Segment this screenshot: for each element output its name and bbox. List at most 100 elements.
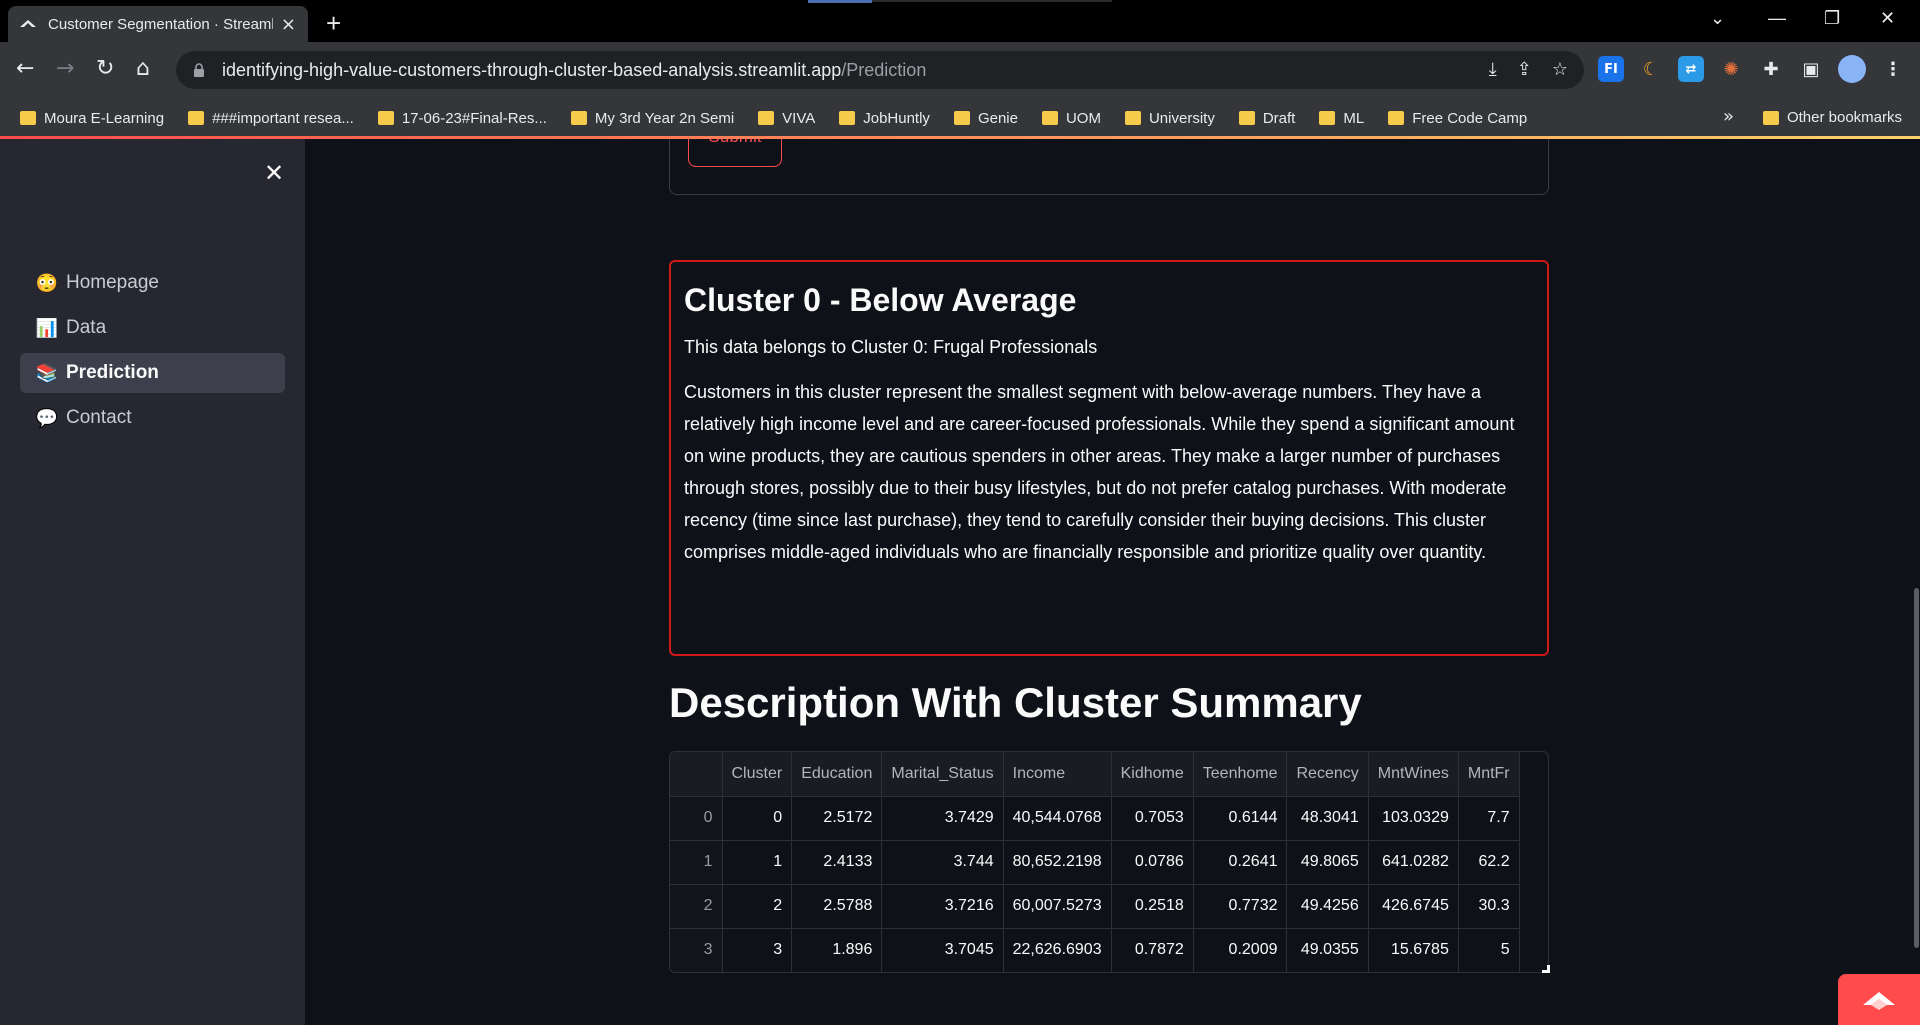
table-cell[interactable]: 3 [722,928,793,972]
table-cell[interactable]: 0.2009 [1193,928,1288,972]
share-icon[interactable]: ⇪ [1517,59,1532,80]
table-cell[interactable]: 49.0355 [1286,928,1369,972]
table-cell[interactable]: 0.6144 [1193,796,1288,841]
column-header[interactable]: Income [1003,752,1112,797]
page-scrollbar[interactable] [1914,588,1919,948]
other-bookmarks[interactable]: Other bookmarks [1762,109,1902,126]
column-header[interactable]: Cluster [722,752,793,797]
bookmark-item[interactable]: My 3rd Year 2n Semi [570,110,734,127]
extension-moon-icon[interactable]: ☾ [1638,56,1664,82]
bookmark-item[interactable]: Genie [953,110,1018,127]
window-close-icon[interactable]: ✕ [1880,8,1895,29]
table-cell[interactable]: 3.7045 [881,928,1004,972]
column-header[interactable]: Kidhome [1111,752,1194,797]
table-cell[interactable]: 5 [1458,928,1520,972]
table-cell[interactable]: 2.4133 [791,840,883,885]
bookmark-item[interactable]: Draft [1238,110,1295,127]
table-cell[interactable]: 0.2518 [1111,884,1194,929]
table-cell[interactable]: 15.6785 [1368,928,1459,972]
cluster-summary-table[interactable]: Cluster Education Marital_Status Income … [669,751,1549,973]
browser-menu-icon[interactable]: ⋮ [1880,56,1906,82]
table-cell[interactable]: 2.5788 [791,884,883,929]
table-cell[interactable]: 1 [722,840,793,885]
table-cell[interactable]: 80,652.2198 [1003,840,1112,885]
minimize-icon[interactable]: — [1768,8,1786,29]
bookmark-item[interactable]: Moura E-Learning [20,110,164,127]
sidebar-item-homepage[interactable]: 😳 Homepage [20,263,285,303]
reload-icon[interactable]: ↻ [96,56,114,81]
table-cell[interactable]: 60,007.5273 [1003,884,1112,929]
table-cell[interactable]: 3.7429 [881,796,1004,841]
extension-translate-icon[interactable]: ⇄ [1678,56,1704,82]
table-cell-index[interactable]: 3 [670,928,723,972]
table-cell[interactable]: 0.7732 [1193,884,1288,929]
table-cell-index[interactable]: 0 [670,796,723,841]
bookmarks-overflow-icon[interactable]: » [1723,106,1734,127]
table-cell[interactable]: 0.0786 [1111,840,1194,885]
cluster-description: Customers in this cluster represent the … [684,382,1515,562]
address-bar[interactable]: identifying-high-value-customers-through… [176,51,1584,89]
speech-bubble-icon: 💬 [35,407,59,428]
sidebar-item-data[interactable]: 📊 Data [20,308,285,348]
table-cell[interactable]: 48.3041 [1286,796,1369,841]
table-cell[interactable]: 426.6745 [1368,884,1459,929]
back-icon[interactable]: ← [16,56,34,81]
submit-button[interactable]: Submit [688,139,782,167]
table-cell[interactable]: 49.4256 [1286,884,1369,929]
side-panel-icon[interactable]: ▣ [1798,56,1824,82]
bookmark-star-icon[interactable]: ☆ [1552,59,1568,80]
sidebar-item-prediction[interactable]: 📚 Prediction [20,353,285,393]
browser-tab[interactable]: Customer Segmentation · Streamlit × [8,6,308,42]
table-cell[interactable]: 3.7216 [881,884,1004,929]
bookmark-item[interactable]: ###important resea... [188,110,354,127]
restore-icon[interactable]: ❐ [1824,8,1840,29]
column-header[interactable]: Marital_Status [881,752,1004,797]
bookmark-item[interactable]: University [1124,110,1215,127]
extension-cookie-icon[interactable]: ✺ [1718,56,1744,82]
table-cell[interactable]: 2 [722,884,793,929]
tab-search-icon[interactable]: ⌄ [1710,8,1725,29]
bar-chart-icon: 📊 [35,317,59,338]
sidebar-close-icon[interactable]: ✕ [264,159,284,187]
install-app-icon[interactable]: ⤓ [1489,59,1497,80]
table-cell[interactable]: 0.2641 [1193,840,1288,885]
table-resize-handle[interactable] [1542,965,1550,973]
table-cell[interactable]: 62.2 [1458,840,1520,885]
column-header[interactable]: MntWines [1368,752,1459,797]
table-cell[interactable]: 0.7872 [1111,928,1194,972]
column-header[interactable]: Recency [1286,752,1369,797]
bookmark-item[interactable]: ML [1319,110,1364,127]
table-cell[interactable]: 2.5172 [791,796,883,841]
column-header-index[interactable] [670,752,723,797]
table-cell[interactable]: 3.744 [881,840,1004,885]
table-cell[interactable]: 641.0282 [1368,840,1459,885]
column-header[interactable]: Teenhome [1193,752,1288,797]
streamlit-badge[interactable] [1838,974,1920,1025]
table-cell[interactable]: 40,544.0768 [1003,796,1112,841]
sidebar-item-contact[interactable]: 💬 Contact [20,398,285,438]
table-cell-index[interactable]: 2 [670,884,723,929]
table-cell-index[interactable]: 1 [670,840,723,885]
table-cell[interactable]: 30.3 [1458,884,1520,929]
table-cell[interactable]: 0 [722,796,793,841]
new-tab-button[interactable]: + [326,8,341,39]
bookmark-item[interactable]: Free Code Camp [1388,110,1527,127]
bookmark-item[interactable]: JobHuntly [839,110,930,127]
bookmark-item[interactable]: VIVA [758,110,815,127]
column-header[interactable]: MntFr [1458,752,1520,797]
table-cell[interactable]: 7.7 [1458,796,1520,841]
bookmark-item[interactable]: UOM [1041,110,1101,127]
table-cell[interactable]: 103.0329 [1368,796,1459,841]
profile-avatar[interactable] [1838,55,1866,83]
home-icon[interactable]: ⌂ [136,56,150,81]
table-cell[interactable]: 0.7053 [1111,796,1194,841]
bookmark-item[interactable]: 17-06-23#Final-Res... [377,110,547,127]
tab-close-icon[interactable]: × [281,14,296,35]
table-cell[interactable]: 49.8065 [1286,840,1369,885]
column-header[interactable]: Education [791,752,883,797]
extensions-puzzle-icon[interactable]: ✚ [1758,56,1784,82]
extension-fi-icon[interactable]: FI [1598,56,1624,82]
table-cell[interactable]: 1.896 [791,928,883,972]
table-cell[interactable]: 22,626.6903 [1003,928,1112,972]
forward-icon[interactable]: → [56,56,74,81]
